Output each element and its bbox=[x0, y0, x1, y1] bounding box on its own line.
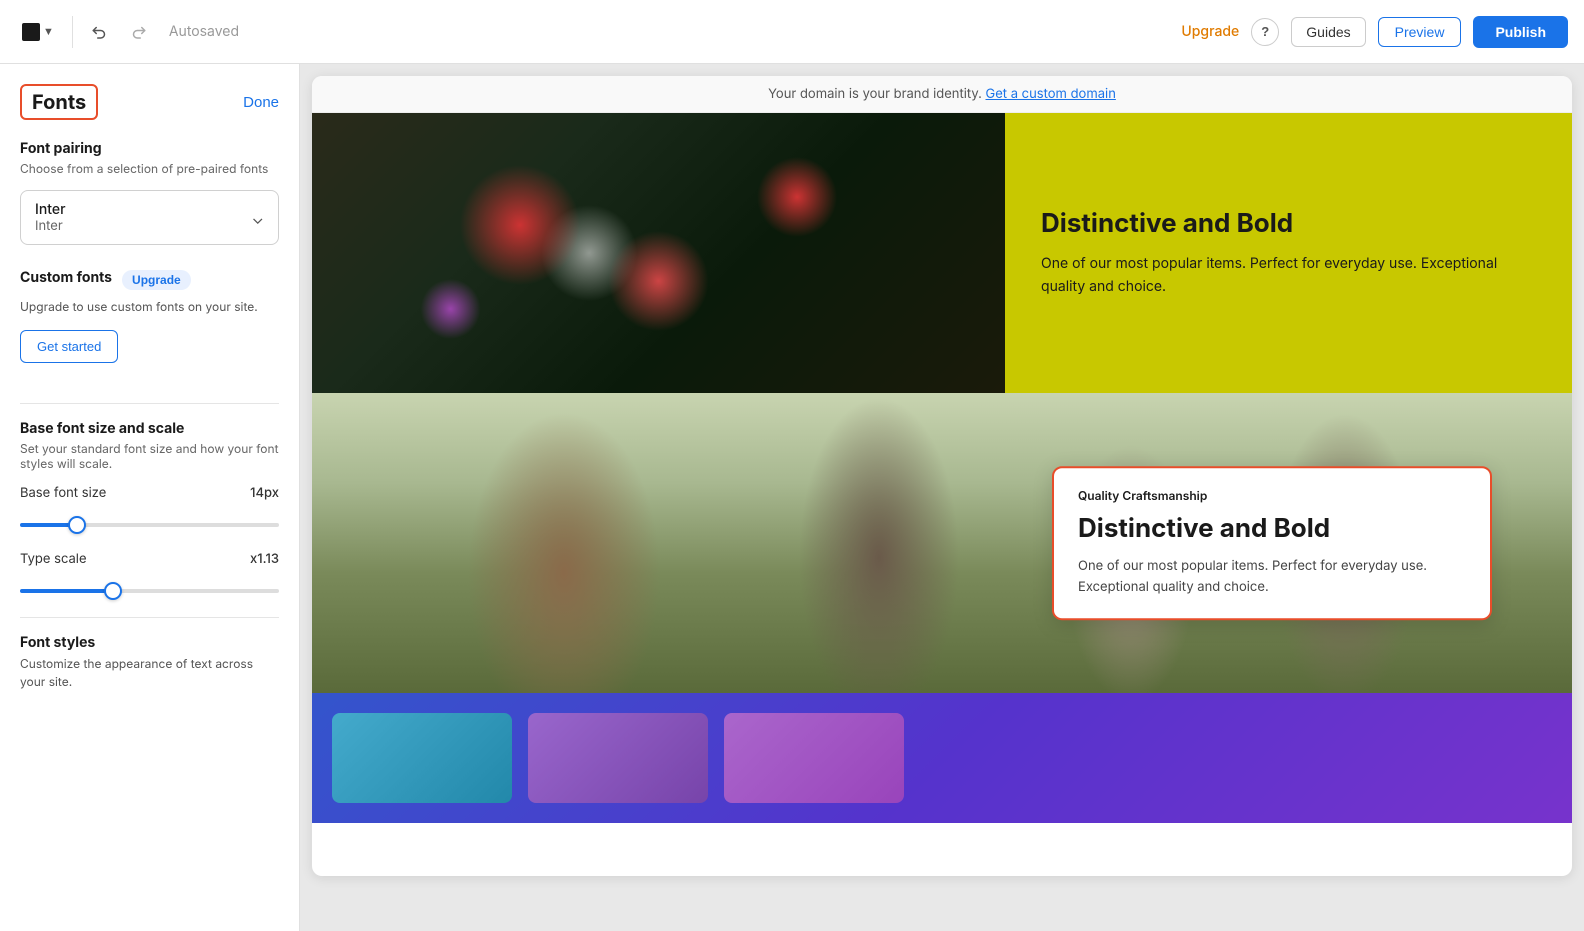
font-pairing-section: Font pairing Choose from a selection of … bbox=[20, 140, 279, 245]
panel-title: Fonts bbox=[20, 84, 98, 120]
base-font-size-label: Base font size bbox=[20, 485, 106, 501]
custom-fonts-section: Custom fonts Upgrade Upgrade to use cust… bbox=[20, 269, 279, 387]
blue-card-1 bbox=[332, 713, 512, 803]
help-button[interactable]: ? bbox=[1251, 18, 1279, 46]
custom-fonts-desc: Upgrade to use custom fonts on your site… bbox=[20, 298, 279, 316]
font-styles-desc: Customize the appearance of text across … bbox=[20, 655, 279, 691]
redo-button[interactable] bbox=[123, 17, 153, 47]
primary-font-name: Inter bbox=[35, 201, 66, 218]
section1-body: One of our most popular items. Perfect f… bbox=[1041, 253, 1536, 298]
toolbar: ▼ Autosaved Upgrade ? Guides Preview Pub… bbox=[0, 0, 1584, 64]
device-selector-button[interactable]: ▼ bbox=[16, 17, 60, 47]
card-overlay: Quality Craftsmanship Distinctive and Bo… bbox=[1052, 466, 1492, 620]
guides-button[interactable]: Guides bbox=[1291, 17, 1365, 47]
toolbar-divider bbox=[72, 16, 73, 48]
type-scale-row: Type scale x1.13 bbox=[20, 551, 279, 567]
base-font-section: Base font size and scale Set your standa… bbox=[20, 420, 279, 597]
type-scale-slider[interactable] bbox=[20, 589, 279, 593]
domain-banner-text: Your domain is your brand identity. bbox=[768, 86, 982, 102]
section-yellow-text: Distinctive and Bold One of our most pop… bbox=[1005, 113, 1572, 393]
salad-image bbox=[312, 113, 1005, 393]
card-badge: Quality Craftsmanship bbox=[1078, 488, 1466, 503]
toolbar-left: ▼ Autosaved bbox=[16, 16, 239, 48]
base-font-size-slider[interactable] bbox=[20, 523, 279, 527]
preview-button[interactable]: Preview bbox=[1378, 17, 1462, 47]
font-selector-dropdown[interactable]: Inter Inter ⌄ bbox=[20, 190, 279, 245]
card-body: One of our most popular items. Perfect f… bbox=[1078, 556, 1466, 598]
font-styles-title: Font styles bbox=[20, 634, 279, 651]
base-font-title: Base font size and scale bbox=[20, 420, 279, 437]
domain-banner: Your domain is your brand identity. Get … bbox=[312, 76, 1572, 113]
panel-header: Fonts Done bbox=[20, 84, 279, 120]
black-square-icon bbox=[22, 23, 40, 41]
base-font-size-value: 14px bbox=[250, 485, 279, 501]
font-styles-section: Font styles Customize the appearance of … bbox=[20, 634, 279, 691]
custom-fonts-title: Custom fonts bbox=[20, 269, 112, 286]
blue-card-2 bbox=[528, 713, 708, 803]
base-font-desc: Set your standard font size and how your… bbox=[20, 441, 279, 471]
left-panel: Fonts Done Font pairing Choose from a se… bbox=[0, 64, 300, 931]
type-scale-slider-container bbox=[20, 577, 279, 597]
type-scale-label: Type scale bbox=[20, 551, 87, 567]
secondary-font-name: Inter bbox=[35, 218, 66, 234]
main-layout: Fonts Done Font pairing Choose from a se… bbox=[0, 64, 1584, 931]
canvas-area: Your domain is your brand identity. Get … bbox=[300, 64, 1584, 931]
blue-card-3 bbox=[724, 713, 904, 803]
font-pairing-desc: Choose from a selection of pre-paired fo… bbox=[20, 161, 279, 176]
type-scale-value: x1.13 bbox=[250, 551, 279, 567]
chevron-down-icon: ⌄ bbox=[252, 208, 265, 228]
done-button[interactable]: Done bbox=[243, 94, 279, 111]
custom-fonts-header: Custom fonts Upgrade bbox=[20, 269, 279, 290]
font-pairing-title: Font pairing bbox=[20, 140, 279, 157]
base-font-size-row: Base font size 14px bbox=[20, 485, 279, 501]
publish-button[interactable]: Publish bbox=[1473, 16, 1568, 48]
domain-link[interactable]: Get a custom domain bbox=[986, 86, 1116, 102]
panel-divider-1 bbox=[20, 403, 279, 404]
custom-fonts-upgrade-badge[interactable]: Upgrade bbox=[122, 270, 191, 290]
font-selector-names: Inter Inter bbox=[35, 201, 66, 234]
section1-heading: Distinctive and Bold bbox=[1041, 208, 1536, 239]
card-heading: Distinctive and Bold bbox=[1078, 513, 1466, 544]
get-started-button[interactable]: Get started bbox=[20, 330, 118, 363]
toolbar-right: Upgrade ? Guides Preview Publish bbox=[1181, 16, 1568, 48]
base-font-slider-container bbox=[20, 511, 279, 531]
canvas-inner: Your domain is your brand identity. Get … bbox=[312, 76, 1572, 876]
autosaved-status: Autosaved bbox=[169, 23, 239, 40]
panel-divider-2 bbox=[20, 617, 279, 618]
undo-button[interactable] bbox=[85, 17, 115, 47]
dropdown-arrow-icon: ▼ bbox=[43, 26, 54, 38]
section-blue bbox=[312, 693, 1572, 823]
upgrade-link[interactable]: Upgrade bbox=[1181, 23, 1239, 40]
section-family: Quality Craftsmanship Distinctive and Bo… bbox=[312, 393, 1572, 693]
section-yellow: Distinctive and Bold One of our most pop… bbox=[312, 113, 1572, 393]
salad-image-placeholder bbox=[312, 113, 1005, 393]
